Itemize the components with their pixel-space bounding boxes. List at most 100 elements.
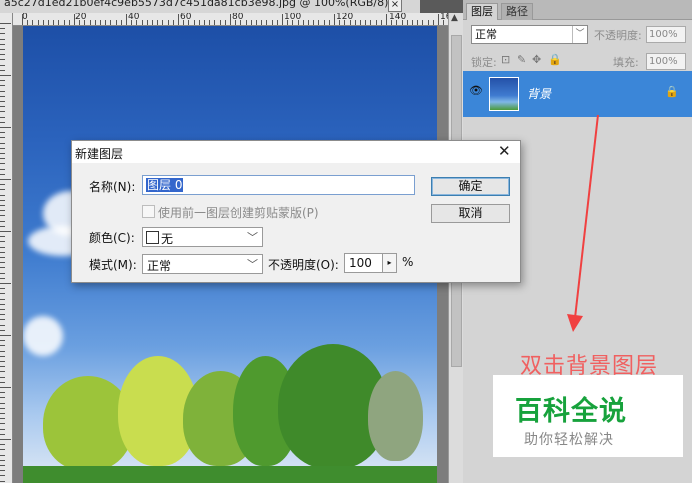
mode-select[interactable]: 正常 ﹀ [142, 254, 263, 274]
ruler-tick [0, 111, 5, 113]
lock-label: 锁定: [471, 56, 497, 69]
ruler-label: 80 [232, 13, 244, 22]
ruler-tick [42, 20, 44, 25]
ruler-tick [131, 20, 133, 25]
ruler-tick [79, 20, 81, 25]
ruler-tick [266, 20, 268, 25]
blend-mode-select[interactable]: 正常 ﹀ [471, 25, 588, 44]
ruler-tick [178, 14, 179, 25]
layer-name-input[interactable]: 图层 0 [142, 175, 415, 195]
tab-layers[interactable]: 图层 [466, 3, 498, 20]
move-icon[interactable]: ✥ [532, 53, 541, 66]
opacity-unit: % [402, 255, 414, 269]
ruler-tick [0, 309, 5, 310]
color-select[interactable]: 无 ﹀ [142, 227, 263, 247]
ruler-tick [0, 402, 5, 404]
mode-value: 正常 [147, 259, 172, 273]
ruler-tick [126, 14, 127, 25]
ruler-tick [0, 173, 5, 175]
ruler-tick [141, 20, 143, 25]
ruler-tick [120, 20, 122, 25]
opacity-input[interactable]: 100 [344, 253, 384, 273]
ruler-tick [0, 194, 5, 196]
ruler-tick [0, 205, 5, 206]
ruler-tick [105, 20, 107, 25]
ruler-tick [365, 20, 367, 25]
ruler-label: 60 [180, 13, 192, 22]
ruler-tick [0, 314, 5, 316]
brush-icon[interactable]: ✎ [517, 53, 526, 66]
ruler-tick [427, 20, 429, 25]
ok-button[interactable]: 确定 [431, 177, 510, 196]
ruler-tick [0, 303, 5, 305]
ruler-tick [0, 137, 5, 139]
mode-label: 模式(M): [89, 258, 137, 272]
ruler-tick [0, 381, 5, 383]
dialog-titlebar: 新建图层 ✕ [72, 141, 520, 163]
ruler-tick [0, 470, 5, 472]
document-tab[interactable]: a5c27d1ed21b0ef4c9eb5573d7c451da81cb3e98… [0, 0, 420, 14]
layer-row-background[interactable]: 👁 背景 🔒 [463, 71, 692, 117]
ruler-tick [0, 121, 5, 123]
ruler-tick [0, 423, 5, 425]
ruler-tick [0, 199, 5, 201]
ruler-tick [188, 20, 190, 25]
ruler-tick [339, 20, 341, 25]
ruler-tick [0, 439, 11, 440]
ruler-tick [245, 20, 247, 25]
ruler-tick [146, 20, 148, 25]
ruler-tick [74, 14, 75, 25]
ruler-label: 40 [128, 13, 140, 22]
ruler-tick [240, 20, 242, 25]
cancel-button[interactable]: 取消 [431, 204, 510, 223]
fill-label: 填充: [613, 56, 639, 69]
ruler-tick [0, 459, 5, 461]
ruler-tick [48, 20, 49, 25]
ruler-tick [167, 20, 169, 25]
ruler-tick [0, 153, 5, 154]
lock-icon[interactable]: 🔒 [548, 53, 562, 66]
ruler-tick [380, 20, 382, 25]
ruler-tick [209, 20, 211, 25]
opacity-field[interactable]: 100% [646, 26, 686, 43]
close-icon[interactable]: ✕ [498, 142, 511, 160]
ruler-tick [0, 231, 11, 232]
clipping-mask-checkbox[interactable] [142, 205, 155, 218]
ruler-tick [0, 444, 5, 446]
scroll-up-icon[interactable]: ▲ [451, 13, 458, 23]
ruler-tick [323, 20, 325, 25]
ruler-tick [0, 158, 5, 160]
ruler-tick [0, 220, 5, 222]
ruler-tick [0, 361, 5, 362]
eye-icon[interactable]: 👁 [469, 84, 483, 98]
cloud [23, 316, 63, 356]
ruler-tick [32, 20, 34, 25]
ruler-tick [0, 345, 5, 347]
ruler-tick [0, 59, 5, 61]
ruler-tick [292, 20, 294, 25]
fill-field[interactable]: 100% [646, 53, 686, 70]
tab-paths[interactable]: 路径 [501, 3, 533, 20]
ruler-tick [0, 85, 5, 87]
ruler-tick [0, 64, 5, 66]
ruler-tick [136, 20, 138, 25]
ruler-tick [22, 14, 23, 25]
ruler-tick [0, 418, 5, 420]
new-layer-dialog: 新建图层 ✕ 名称(N): 图层 0 使用前一图层创建剪贴蒙版(P) 颜色(C)… [71, 140, 521, 283]
ruler-tick [0, 49, 5, 50]
ruler-tick [0, 366, 5, 368]
ruler-tick [0, 168, 5, 170]
ruler-tick [0, 101, 5, 102]
ruler-tick [110, 20, 112, 25]
ruler-tick [0, 189, 5, 191]
ruler-tick [344, 20, 346, 25]
opacity-stepper-icon[interactable]: ▸ [382, 253, 397, 273]
lock-transparent-icon[interactable]: ⊡ [501, 53, 510, 66]
document-title: a5c27d1ed21b0ef4c9eb5573d7c451da81cb3e98… [4, 0, 398, 9]
ruler-tick [0, 23, 11, 24]
ruler-tick [0, 454, 5, 456]
ruler-tick [0, 241, 5, 243]
ruler-tick [396, 20, 398, 25]
close-document-button[interactable]: × [388, 0, 402, 12]
opacity-label: 不透明度: [594, 29, 642, 42]
